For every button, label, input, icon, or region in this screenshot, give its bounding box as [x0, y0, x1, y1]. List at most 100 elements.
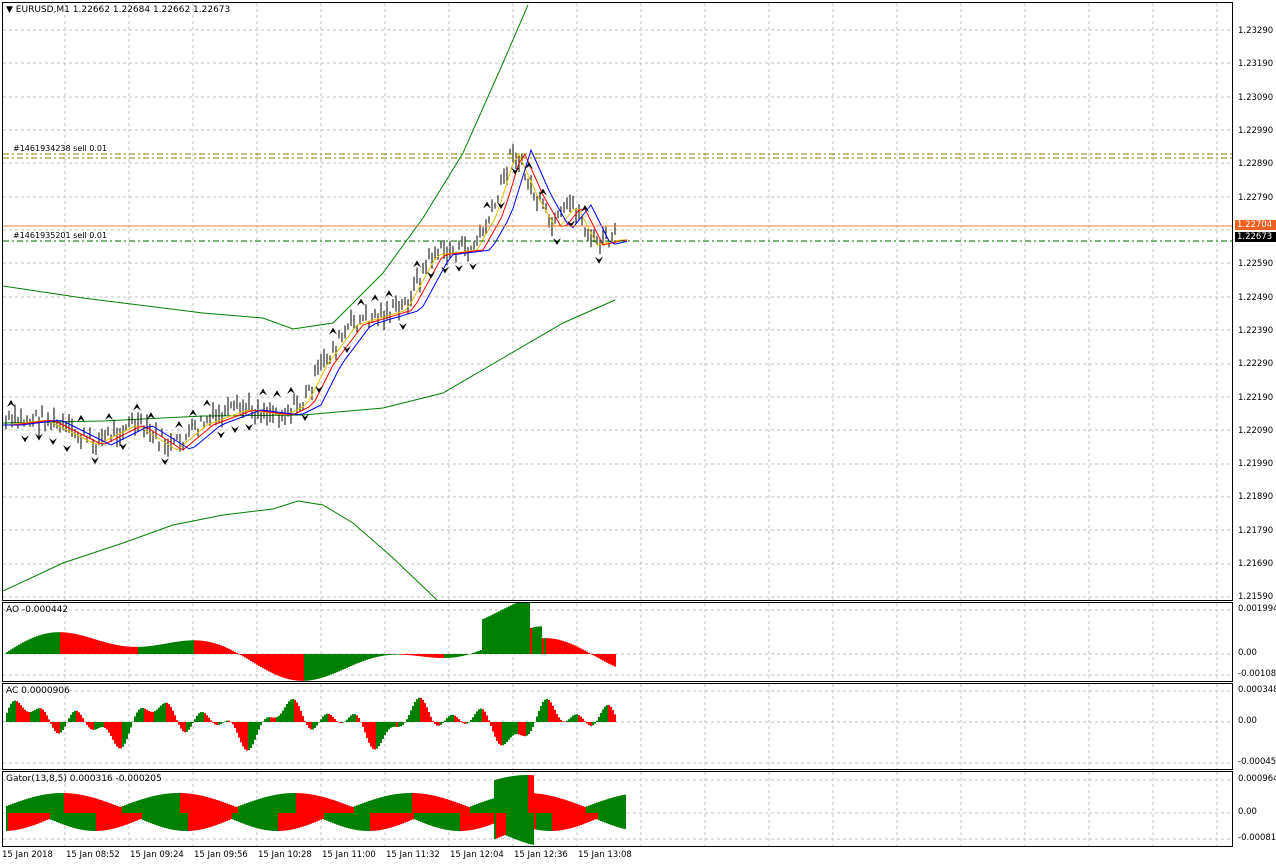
gator-lower-bar	[176, 813, 178, 831]
gator-upper-bar	[262, 797, 264, 813]
ao-bar	[596, 654, 598, 658]
ac-bar	[482, 709, 484, 722]
alligator-teeth-line	[3, 153, 628, 451]
ac-bar	[106, 722, 108, 730]
gator-upper-bar	[486, 800, 488, 813]
gator-upper-bar	[622, 795, 624, 813]
time-label: 15 Jan 12:36	[514, 850, 568, 860]
fractal-down-icon	[427, 271, 435, 279]
gator-lower-bar	[590, 813, 592, 822]
gator-lower-bar	[136, 813, 138, 821]
gator-upper-bar	[328, 798, 330, 813]
ao-bar	[212, 642, 214, 654]
ao-bar	[448, 654, 450, 658]
gator-lower-bar	[564, 813, 566, 830]
ac-bar	[388, 722, 390, 730]
gator-upper-bar	[560, 798, 562, 813]
ao-bar	[476, 651, 478, 654]
gator-upper-bar	[586, 806, 588, 813]
ao-bar	[64, 632, 66, 654]
ac-bar	[156, 709, 158, 722]
ao-bar	[574, 645, 576, 654]
gator-lower-bar	[366, 813, 368, 831]
price-label: 1.22890	[1238, 159, 1274, 169]
main-chart-pane[interactable]: ▼ EURUSD,M1 1.22662 1.22684 1.22662 1.22…	[2, 2, 1233, 601]
ac-bar	[470, 720, 472, 722]
ac-bar	[52, 722, 54, 728]
ac-indicator-pane[interactable]: AC 0.0000906	[2, 683, 1233, 770]
ac-bar	[512, 722, 514, 736]
gator-lower-bar	[240, 813, 242, 823]
gator-lower-bar	[560, 813, 562, 831]
ac-bar	[348, 717, 350, 722]
ao-bar	[412, 654, 414, 656]
ao-bar	[460, 654, 462, 657]
gator-lower-bar	[322, 813, 324, 820]
ac-bar	[552, 705, 554, 722]
ac-bar	[226, 720, 228, 722]
gator-upper-bar	[12, 803, 14, 813]
gator-upper-bar	[406, 793, 408, 813]
ao-bar	[34, 636, 36, 654]
gator-upper-bar	[312, 794, 314, 813]
gator-upper-bar	[340, 802, 342, 813]
ao-bar	[496, 612, 498, 654]
ao-bar	[404, 654, 406, 655]
gator-lower-bar	[126, 813, 128, 825]
gator-indicator-pane[interactable]: Gator(13,8,5) 0.000316 -0.000205	[2, 771, 1233, 847]
order-label-1[interactable]: #1461934238 sell 0.01	[13, 144, 107, 153]
ac-bar	[10, 703, 12, 722]
gator-lower-bar	[10, 813, 12, 831]
gator-upper-bar	[144, 798, 146, 813]
gator-lower-bar	[282, 813, 284, 831]
ao-bar	[512, 604, 514, 654]
ao-bar	[360, 654, 362, 662]
gator-upper-bar	[50, 793, 52, 813]
gator-lower-bar	[516, 813, 518, 840]
ao-bar	[508, 606, 510, 654]
ac-bar	[316, 722, 318, 726]
price-scale[interactable]: 1.23290 1.23190 1.23090 1.22990 1.22890 …	[1234, 2, 1276, 602]
gator-upper-bar	[388, 795, 390, 813]
ac-bar	[444, 720, 446, 722]
ac-bar	[612, 710, 614, 722]
gator-lower-bar	[548, 813, 550, 831]
gator-upper-bar	[148, 797, 150, 813]
ac-bar	[530, 722, 532, 732]
ac-bar	[224, 721, 226, 722]
ao-bar	[216, 643, 218, 654]
gator-lower-bar	[246, 813, 248, 826]
ao-bar	[602, 654, 604, 661]
order-label-2[interactable]: #1461935201 sell 0.01	[13, 231, 107, 240]
ac-scale: 0.000348 0.00 -0.000458	[1234, 683, 1276, 770]
fractal-up-icon	[175, 421, 183, 428]
ao-bar	[370, 654, 372, 659]
ac-bar	[164, 702, 166, 722]
gator-lower-bar	[572, 813, 574, 828]
gator-upper-bar	[220, 801, 222, 813]
gator-upper-bar	[534, 793, 536, 813]
gator-lower-bar	[178, 813, 180, 831]
ao-bar	[258, 654, 260, 666]
gator-upper-bar	[272, 795, 274, 813]
ac-bar	[324, 714, 326, 722]
ac-bar	[144, 708, 146, 722]
ao-bar	[372, 654, 374, 658]
gator-lower-bar	[130, 813, 132, 823]
dropdown-triangle-icon[interactable]: ▼	[6, 5, 13, 15]
gator-lower-bar	[118, 813, 120, 828]
ao-bar	[506, 607, 508, 654]
gator-lower-bar	[14, 813, 16, 831]
gator-upper-bar	[174, 793, 176, 813]
gator-lower-bar	[554, 813, 556, 831]
gator-upper-bar	[82, 795, 84, 813]
ao-indicator-pane[interactable]: AO -0.000442	[2, 602, 1233, 682]
gator-lower-bar	[316, 813, 318, 822]
ao-bar	[554, 638, 556, 654]
ao-bar	[552, 638, 554, 654]
ac-bar	[386, 722, 388, 732]
ao-bar	[248, 654, 250, 660]
gator-upper-bar	[26, 798, 28, 813]
ao-bar	[304, 654, 306, 681]
gator-upper-bar	[428, 794, 430, 813]
